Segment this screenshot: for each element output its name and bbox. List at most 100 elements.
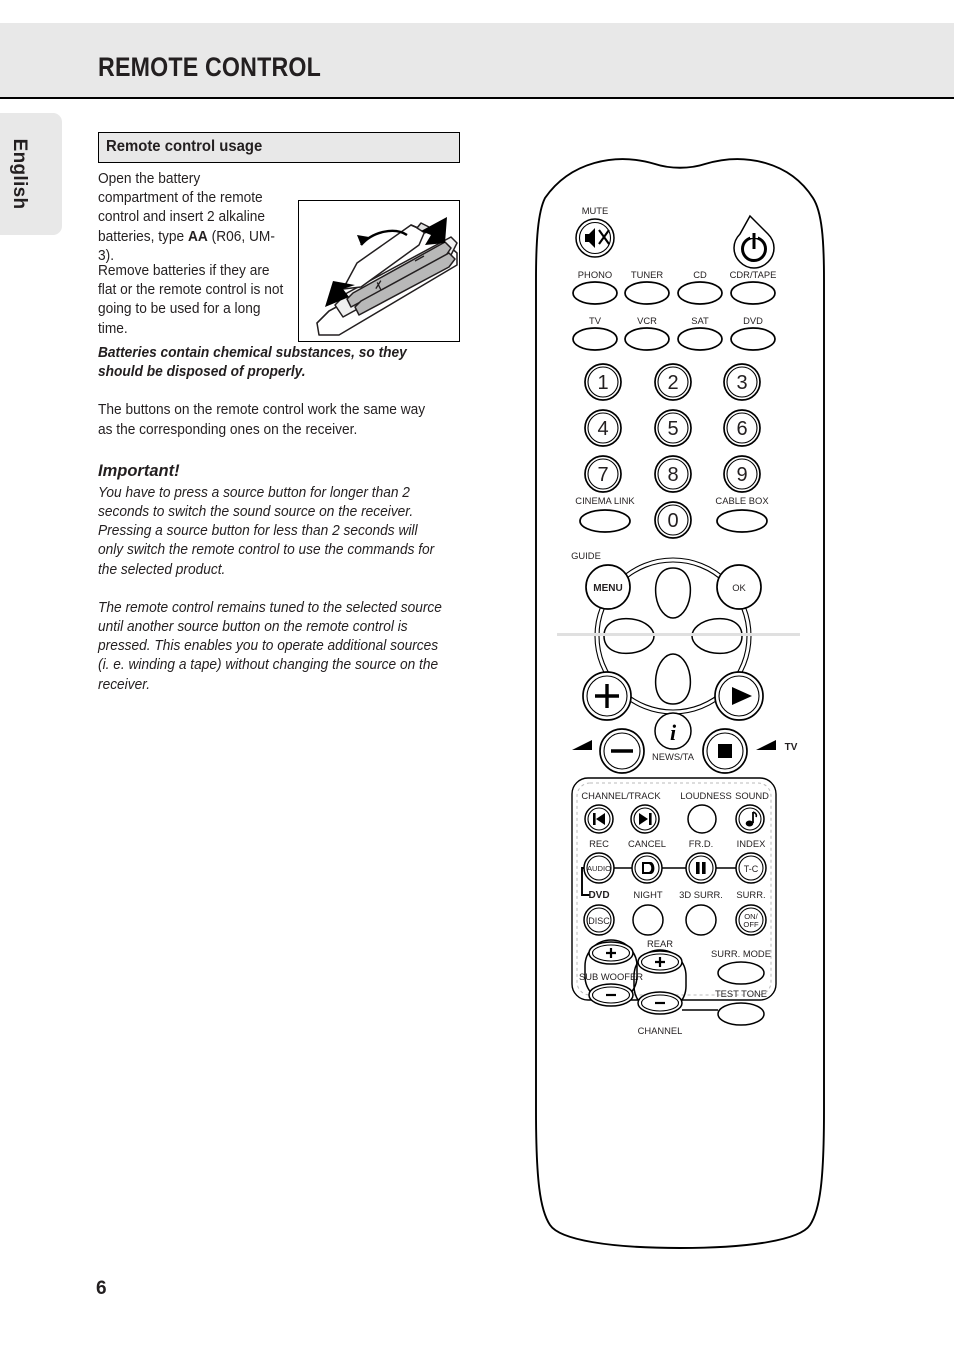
number-key-1-label: 1	[597, 372, 608, 394]
volume-down-button[interactable]	[599, 728, 645, 774]
source-label-cd: CD	[693, 269, 707, 280]
page-number: 6	[96, 1278, 107, 1299]
surr-mode-button[interactable]	[717, 961, 765, 985]
intro-section: Open the battery compartment of the remo…	[98, 170, 464, 342]
surr-label: SURR.	[736, 889, 765, 900]
source-button-cdr-tape[interactable]	[730, 281, 776, 305]
three-d-surr-button[interactable]	[685, 904, 717, 936]
language-tab-english: English	[0, 113, 62, 235]
sub-woofer-up-button[interactable]	[588, 941, 634, 965]
number-key-9[interactable]: 9	[723, 455, 761, 493]
number-key-2[interactable]: 2	[654, 363, 692, 401]
sub-woofer-down-button[interactable]	[588, 983, 634, 1007]
menu-button[interactable]: MENU	[585, 564, 631, 610]
source-button-cd[interactable]	[677, 281, 723, 305]
number-key-6[interactable]: 6	[723, 409, 761, 447]
cable-box-label: CABLE BOX	[715, 495, 769, 506]
dpad-down-button[interactable]	[654, 653, 692, 705]
cancel-diamond-icon	[642, 862, 655, 874]
cinema-link-button[interactable]	[579, 509, 631, 533]
info-button[interactable]: i	[654, 712, 692, 750]
dpad-up-button[interactable]	[654, 567, 692, 619]
three-d-surr-label: 3D SURR.	[679, 889, 723, 900]
mute-button[interactable]	[575, 218, 615, 258]
number-key-1[interactable]: 1	[584, 363, 622, 401]
info-i-icon: i	[670, 720, 677, 745]
number-key-4-label: 4	[597, 418, 608, 440]
number-key-7[interactable]: 7	[584, 455, 622, 493]
number-key-8-label: 8	[667, 464, 678, 486]
source-label-vcr: VCR	[637, 315, 657, 326]
loudness-label: LOUDNESS	[680, 790, 732, 801]
source-label-tv: TV	[589, 315, 602, 326]
number-key-7-label: 7	[597, 464, 608, 486]
page-fold-line	[557, 633, 800, 636]
usage-box-title: Remote control usage	[106, 138, 263, 155]
surr-on-off-button[interactable]: ON/ OFF	[735, 904, 767, 936]
cancel-label: CANCEL	[628, 838, 666, 849]
remote-control-usage-box: Remote control usage	[98, 132, 460, 163]
tc-key-label: T-C	[744, 864, 759, 874]
push-arrow-top	[421, 217, 447, 245]
audio-rec-button[interactable]: AUDIO	[583, 852, 615, 884]
test-tone-button[interactable]	[717, 1002, 765, 1026]
remote-control-figure: .ol{fill:#ffffff;stroke:#000;stroke-widt…	[510, 150, 850, 1260]
number-key-2-label: 2	[667, 372, 678, 394]
ok-button[interactable]: OK	[716, 564, 762, 610]
play-button[interactable]	[714, 671, 764, 721]
surr-mode-label: SURR. MODE	[711, 948, 771, 959]
audio-key-label: AUDIO	[587, 864, 611, 873]
language-tab-label: English	[9, 138, 30, 210]
prev-track-button[interactable]	[584, 804, 614, 834]
rear-channel-down-button[interactable]	[637, 991, 683, 1015]
night-button[interactable]	[632, 904, 664, 936]
sub-woofer-label: SUB WOOFER	[579, 971, 643, 982]
number-key-4[interactable]: 4	[584, 409, 622, 447]
source-label-sat: SAT	[691, 315, 709, 326]
number-key-8[interactable]: 8	[654, 455, 692, 493]
loudness-button[interactable]	[687, 804, 717, 834]
rear-channel-up-button[interactable]	[637, 950, 683, 974]
battery-compartment-figure	[298, 200, 460, 342]
frd-label: FR.D.	[689, 838, 713, 849]
disc-button[interactable]: DISC	[583, 904, 615, 936]
page-title: REMOTE CONTROL	[98, 52, 321, 82]
source-button-tv[interactable]	[572, 327, 618, 351]
number-key-6-label: 6	[736, 418, 747, 440]
source-label-cdr-tape: CDR/TAPE	[730, 269, 777, 280]
number-key-0[interactable]: 0	[654, 501, 692, 539]
source-button-vcr[interactable]	[624, 327, 670, 351]
source-button-tuner[interactable]	[624, 281, 670, 305]
source-button-dvd[interactable]	[730, 327, 776, 351]
number-key-3-label: 3	[736, 372, 747, 394]
dvd-panel-label: DVD	[588, 890, 609, 901]
mute-label: MUTE	[582, 205, 609, 216]
cable-box-button[interactable]	[716, 509, 768, 533]
tc-index-button[interactable]: T-C	[735, 852, 767, 884]
channel-track-label: CHANNEL/TRACK	[581, 790, 661, 801]
number-key-9-label: 9	[736, 464, 747, 486]
dpad-right-button[interactable]	[691, 617, 743, 655]
stop-button[interactable]	[702, 728, 748, 774]
volume-up-button[interactable]	[582, 671, 632, 721]
dpad-left-button[interactable]	[603, 617, 655, 655]
next-track-button[interactable]	[630, 804, 660, 834]
night-label: NIGHT	[633, 889, 662, 900]
pause-frd-button[interactable]	[685, 852, 717, 884]
left-text-column: Remote control usage Open the battery co…	[98, 132, 464, 695]
battery-insert-paragraph: Open the battery compartment of the remo…	[98, 170, 282, 266]
buttons-behaviour-paragraph: The buttons on the remote control work t…	[98, 402, 426, 438]
battery-type-aa: AA	[187, 228, 208, 245]
source-button-sat[interactable]	[677, 327, 723, 351]
battery-illustration-svg	[316, 217, 458, 336]
number-key-5[interactable]: 5	[654, 409, 692, 447]
sound-button[interactable]	[735, 804, 765, 834]
sound-label: SOUND	[735, 790, 769, 801]
news-ta-label: NEWS/TA	[652, 751, 695, 762]
number-key-3[interactable]: 3	[723, 363, 761, 401]
remote-control-illustration-svg: .ol{fill:#ffffff;stroke:#000;stroke-widt…	[535, 158, 825, 1249]
source-button-phono[interactable]	[572, 281, 618, 305]
battery-disposal-warning: Batteries contain chemical substances, s…	[98, 345, 407, 381]
cancel-button[interactable]	[631, 852, 663, 884]
number-key-5-label: 5	[667, 418, 678, 440]
